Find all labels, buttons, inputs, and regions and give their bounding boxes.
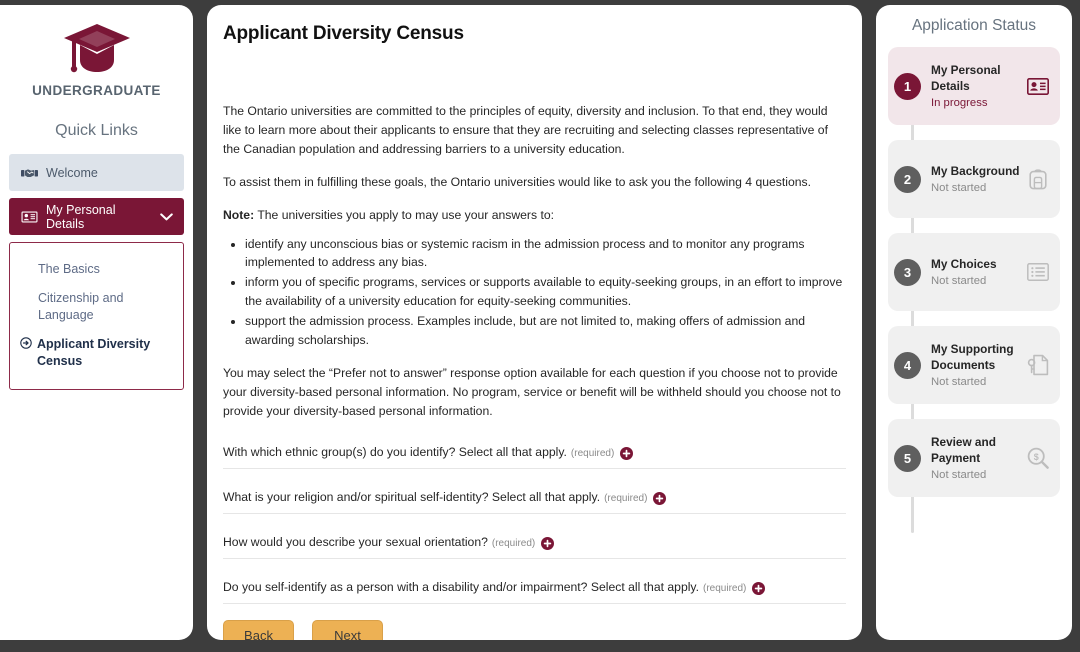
brand-logo: UNDERGRADUATE	[0, 5, 193, 98]
application-status-panel: Application Status 1 My Personal Details…	[876, 5, 1072, 640]
question-text: With which ethnic group(s) do you identi…	[223, 444, 567, 459]
sidebar-item-welcome[interactable]: Welcome	[9, 154, 184, 191]
status-step-list: 1 My Personal Details In progress 2 My B…	[888, 47, 1060, 533]
back-button[interactable]: Back	[223, 619, 294, 640]
status-badge: Not started	[931, 468, 987, 481]
list-item: inform you of specific programs, service…	[245, 273, 846, 311]
step-number: 1	[894, 72, 921, 100]
note-label: Note:	[223, 207, 255, 222]
application-status-title: Application Status	[911, 17, 1037, 34]
plus-circle-icon[interactable]	[620, 446, 634, 460]
backpack-icon	[1026, 167, 1050, 191]
sidebar-subitem-citizenship-and-language-label: Citizenship and Language	[38, 290, 124, 322]
note-paragraph: Note: The universities you apply to may …	[223, 206, 846, 225]
id-card-icon	[1026, 74, 1050, 98]
step-name: My Choices	[931, 257, 997, 272]
sidebar-item-welcome-label: Welcome	[46, 165, 98, 180]
status-badge: Not started	[931, 375, 987, 388]
form-navigation-buttons: Back Next	[223, 619, 846, 640]
step-name: My Background	[931, 164, 1020, 179]
list-item: support the admission process. Examples …	[245, 312, 846, 350]
id-card-icon	[20, 210, 38, 224]
plus-circle-icon[interactable]	[653, 491, 667, 505]
step-name: My Personal Details	[931, 63, 1001, 93]
status-step-my-personal-details[interactable]: 1 My Personal Details In progress	[888, 47, 1060, 125]
plus-circle-icon[interactable]	[752, 581, 766, 595]
closing-paragraph: You may select the “Prefer not to answer…	[223, 365, 841, 418]
step-name: My Supporting Documents	[931, 342, 1014, 372]
application-window: UNDERGRADUATE Quick Links Welcome My Per…	[0, 0, 1080, 652]
circle-arrow-right-icon	[20, 336, 32, 354]
intro-paragraph-2: To assist them in fulfilling these goals…	[223, 174, 812, 189]
status-step-my-supporting-documents[interactable]: 4 My Supporting Documents Not started	[888, 326, 1060, 404]
question-row-sexual-orientation[interactable]: How would you describe your sexual orien…	[223, 529, 846, 559]
sidebar-subitem-applicant-diversity-census-label: Applicant Diversity Census	[37, 336, 151, 368]
page-title: Applicant Diversity Census	[223, 23, 464, 44]
list-item: identify any unconscious bias or systemi…	[245, 235, 846, 273]
required-label: (required)	[703, 582, 747, 594]
usage-bullet-list: identify any unconscious bias or systemi…	[223, 235, 846, 350]
status-badge: Not started	[931, 181, 987, 194]
question-row-religion[interactable]: What is your religion and/or spiritual s…	[223, 484, 846, 514]
step-number: 2	[894, 165, 921, 193]
step-texts: My Supporting Documents Not started	[931, 342, 1022, 388]
step-number: 4	[894, 351, 921, 379]
status-step-my-choices[interactable]: 3 My Choices Not started	[888, 233, 1060, 311]
svg-text:$: $	[1034, 452, 1039, 462]
sidebar-submenu: The Basics Citizenship and Language Appl…	[9, 242, 184, 391]
question-list: With which ethnic group(s) do you identi…	[223, 439, 846, 604]
quick-links-heading: Quick Links	[55, 122, 138, 139]
document-key-icon	[1026, 353, 1050, 377]
plus-circle-icon[interactable]	[541, 536, 555, 550]
sidebar-subitem-citizenship-and-language[interactable]: Citizenship and Language	[10, 284, 183, 330]
status-badge: In progress	[931, 96, 988, 109]
required-label: (required)	[570, 447, 615, 459]
status-step-my-background[interactable]: 2 My Background Not started	[888, 140, 1060, 218]
list-icon	[1026, 260, 1050, 284]
magnifier-dollar-icon: $	[1026, 446, 1050, 470]
question-text: How would you describe your sexual orien…	[223, 534, 488, 549]
step-texts: My Choices Not started	[931, 257, 1022, 287]
chevron-down-icon[interactable]	[160, 211, 173, 223]
step-number: 5	[894, 444, 921, 472]
brand-title: UNDERGRADUATE	[32, 83, 161, 98]
step-number: 3	[894, 258, 921, 286]
sidebar-item-my-personal-details[interactable]: My Personal Details	[9, 198, 184, 235]
required-label: (required)	[604, 492, 648, 504]
next-button[interactable]: Next	[312, 619, 383, 640]
status-badge: Not started	[931, 274, 987, 287]
sidebar-subitem-the-basics-label: The Basics	[38, 262, 100, 276]
step-name: Review and Payment	[931, 435, 996, 465]
note-text: The universities you apply to may use yo…	[254, 207, 555, 222]
graduation-cap-icon	[0, 21, 193, 79]
left-sidebar: UNDERGRADUATE Quick Links Welcome My Per…	[0, 5, 193, 640]
sidebar-subitem-the-basics[interactable]: The Basics	[10, 255, 183, 284]
question-text: What is your religion and/or spiritual s…	[223, 489, 601, 504]
question-text: Do you self-identify as a person with a …	[223, 579, 700, 594]
status-step-review-and-payment[interactable]: 5 Review and Payment Not started $	[888, 419, 1060, 497]
main-content-panel: Applicant Diversity Census The Ontario u…	[207, 5, 862, 640]
required-label: (required)	[491, 537, 536, 549]
step-texts: Review and Payment Not started	[931, 435, 1022, 481]
question-row-disability[interactable]: Do you self-identify as a person with a …	[223, 574, 846, 604]
question-row-ethnic-group[interactable]: With which ethnic group(s) do you identi…	[223, 439, 846, 469]
step-texts: My Background Not started	[931, 164, 1022, 194]
sidebar-subitem-applicant-diversity-census[interactable]: Applicant Diversity Census	[10, 330, 183, 376]
step-texts: My Personal Details In progress	[931, 63, 1022, 109]
intro-paragraph-1: The Ontario universities are committed t…	[223, 104, 828, 156]
handshake-icon	[20, 166, 38, 180]
sidebar-item-my-personal-details-label: My Personal Details	[46, 202, 116, 231]
